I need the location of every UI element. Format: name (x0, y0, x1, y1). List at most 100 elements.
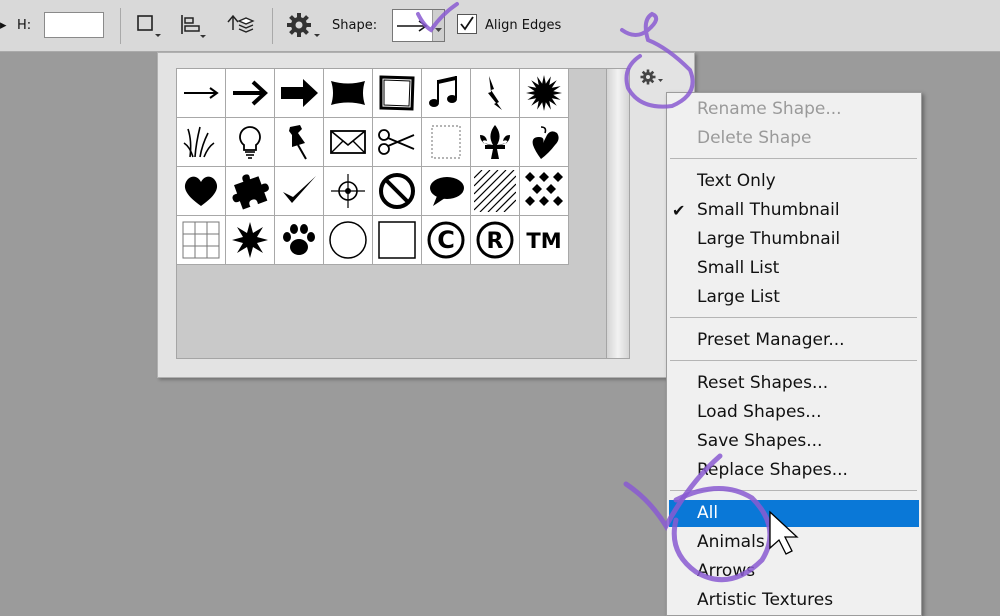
shape-cell-thin-arrow[interactable] (177, 69, 226, 118)
shape-cell-banner[interactable] (324, 69, 373, 118)
menu-item-label: Animals (697, 532, 765, 552)
shape-cell-paw-print[interactable] (275, 216, 324, 265)
shape-cell-diamond-grid[interactable] (520, 167, 569, 216)
shape-cell-stamp[interactable] (422, 118, 471, 167)
menu-item-label: Small List (697, 258, 780, 278)
menu-item-label: Preset Manager... (697, 330, 845, 350)
align-edges-label: Align Edges (485, 18, 562, 33)
shape-cell-no-symbol[interactable] (373, 167, 422, 216)
spiky-star-icon (232, 222, 268, 258)
menu-item-all[interactable]: All (669, 500, 919, 527)
shape-cell-copyright[interactable]: C (422, 216, 471, 265)
menu-item-replace-shapes[interactable]: Replace Shapes... (667, 457, 921, 484)
menu-item-text-only[interactable]: Text Only (667, 168, 921, 195)
fleur-de-lis-icon (480, 125, 510, 159)
menu-item-large-list[interactable]: Large List (667, 284, 921, 311)
toolbar-divider (120, 8, 121, 44)
shape-grid: C R TM (177, 69, 569, 265)
panel-scrollbar[interactable] (606, 68, 630, 359)
shape-cell-checkmark[interactable] (275, 167, 324, 216)
circle-icon (329, 221, 367, 259)
svg-text:R: R (487, 229, 504, 254)
shape-cell-heart[interactable] (177, 167, 226, 216)
gear-icon (640, 69, 663, 85)
menu-separator (670, 158, 917, 159)
arrow-icon (233, 80, 268, 106)
geometry-options-button[interactable] (286, 12, 320, 40)
shape-cell-square[interactable] (373, 216, 422, 265)
shape-cell-starburst[interactable] (520, 69, 569, 118)
shape-cell-scissors[interactable] (373, 118, 422, 167)
shape-cell-lightning[interactable] (471, 69, 520, 118)
shape-cell-envelope[interactable] (324, 118, 373, 167)
path-arrangement-button[interactable] (225, 12, 255, 40)
shape-cell-pushpin[interactable] (275, 118, 324, 167)
custom-shape-panel: C R TM (157, 52, 695, 378)
shape-picker-dropdown[interactable] (432, 10, 444, 41)
lightbulb-icon (239, 126, 261, 159)
menu-item-label: Artistic Textures (697, 590, 834, 610)
menu-item-label: Large Thumbnail (697, 229, 841, 249)
trademark-icon: TM (526, 229, 561, 253)
menu-item-label: Delete Shape (697, 128, 812, 148)
shape-cell-spiky-star[interactable] (226, 216, 275, 265)
menu-item-label: Small Thumbnail (697, 200, 840, 220)
shape-cell-diagonal-lines[interactable] (471, 167, 520, 216)
target-icon (331, 174, 365, 208)
ornament-icon (532, 126, 559, 159)
svg-text:TM: TM (526, 229, 561, 253)
shape-cell-frame[interactable] (373, 69, 422, 118)
registered-icon: R (476, 221, 514, 259)
copyright-icon: C (427, 221, 465, 259)
shape-cell-registered[interactable]: R (471, 216, 520, 265)
menu-item-load-shapes[interactable]: Load Shapes... (667, 399, 921, 426)
shape-cell-music-notes[interactable] (422, 69, 471, 118)
path-alignment-button[interactable] (178, 12, 208, 40)
menu-separator (670, 317, 917, 318)
puzzle-piece-icon (232, 174, 269, 210)
shape-cell-trademark[interactable]: TM (520, 216, 569, 265)
menu-item-preset-manager[interactable]: Preset Manager... (667, 327, 921, 354)
menu-item-label: Large List (697, 287, 780, 307)
shape-cell-target[interactable] (324, 167, 373, 216)
menu-item-small-list[interactable]: Small List (667, 255, 921, 282)
menu-item-save-shapes[interactable]: Save Shapes... (667, 428, 921, 455)
bold-arrow-icon (281, 79, 318, 107)
pushpin-icon (289, 125, 307, 160)
thin-arrow-icon (184, 87, 219, 99)
menu-item-arrows[interactable]: Arrows (667, 558, 921, 585)
heart-icon (184, 176, 218, 206)
menu-item-reset-shapes[interactable]: Reset Shapes... (667, 370, 921, 397)
svg-text:C: C (437, 226, 455, 254)
menu-item-artistic-textures[interactable]: Artistic Textures (667, 587, 921, 614)
menu-separator (670, 360, 917, 361)
path-operations-button[interactable] (135, 12, 165, 40)
shape-cell-speech-bubble[interactable] (422, 167, 471, 216)
menu-item-label: Replace Shapes... (697, 460, 848, 480)
shape-cell-ornament[interactable] (520, 118, 569, 167)
shape-cell-bold-arrow[interactable] (275, 69, 324, 118)
panel-settings-button[interactable] (638, 66, 668, 88)
no-symbol-icon (379, 173, 415, 209)
grass-icon (183, 126, 215, 158)
menu-item-rename-shape: Rename Shape... (667, 96, 921, 123)
menu-item-small-thumbnail[interactable]: ✔ Small Thumbnail (667, 197, 921, 224)
menu-item-label: Arrows (697, 561, 756, 581)
shape-cell-arrow[interactable] (226, 69, 275, 118)
shape-cell-circle[interactable] (324, 216, 373, 265)
paw-print-icon (283, 224, 315, 255)
align-edges-checkbox[interactable] (457, 14, 477, 34)
shape-cell-lightbulb[interactable] (226, 118, 275, 167)
shape-cell-fleur-de-lis[interactable] (471, 118, 520, 167)
menu-item-large-thumbnail[interactable]: Large Thumbnail (667, 226, 921, 253)
shape-cell-grass[interactable] (177, 118, 226, 167)
shape-cell-puzzle-piece[interactable] (226, 167, 275, 216)
shape-cell-grid[interactable] (177, 216, 226, 265)
toolbar-divider (272, 8, 273, 44)
shape-picker[interactable] (392, 9, 445, 42)
menu-item-label: All (697, 503, 719, 523)
chevron-down-icon (435, 28, 442, 32)
height-input[interactable] (44, 12, 104, 38)
menu-item-label: Save Shapes... (697, 431, 823, 451)
menu-item-animals[interactable]: Animals (667, 529, 921, 556)
